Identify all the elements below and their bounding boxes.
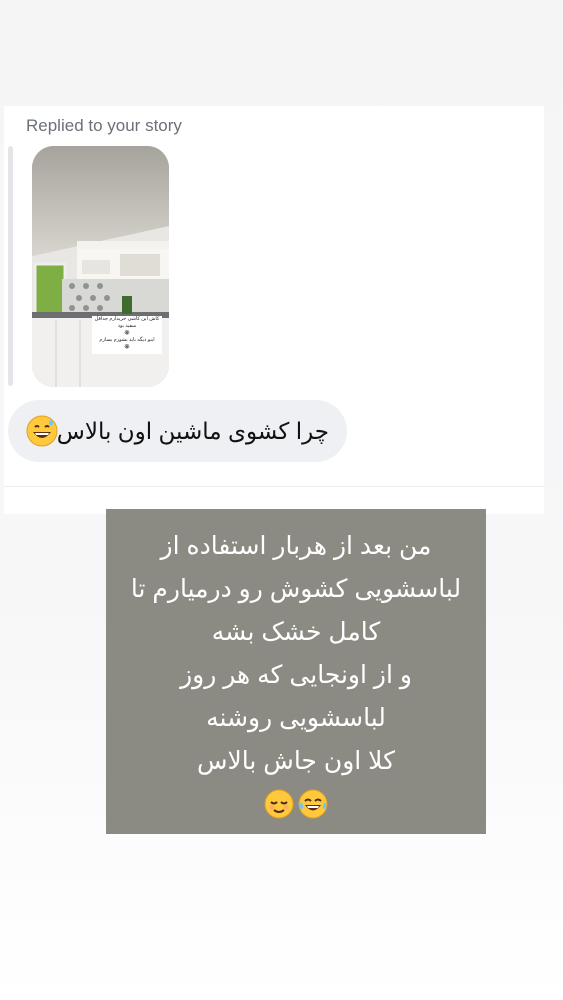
story-text-line: کامل خشک بشه [211, 618, 381, 646]
story-text-line: و از اونجایی که هر روز [180, 661, 412, 689]
caption-line: 😭 [124, 344, 130, 350]
relieved-face-emoji-icon [264, 789, 294, 824]
caption-line: اینو دیگه باید بشورم بسازم [99, 337, 155, 343]
story-thumbnail[interactable]: کاش این کاشی خریدارم جداقل سفید بود 😭 ای… [32, 146, 169, 387]
story-text-line: لباسشویی روشنه [206, 704, 386, 732]
message-text: چرا کشوی ماشین اون بالاس [56, 418, 329, 444]
story-text-line: من بعد از هربار استفاده از [160, 532, 432, 560]
story-text-line: لباسشویی کشوش رو درمیارم تا [130, 575, 462, 603]
grinning-sweat-emoji-icon [26, 415, 58, 452]
divider [4, 486, 544, 487]
reply-indicator-bar [8, 146, 13, 386]
story-emojis [106, 789, 486, 824]
message-bubble[interactable]: چرا کشوی ماشین اون بالاس [8, 400, 347, 462]
caption-line: 😭 [124, 330, 130, 336]
story-text-line: کلا اون جاش بالاس [197, 747, 395, 775]
story-reply-card[interactable]: من بعد از هربار استفاده از لباسشویی کشوش… [106, 509, 486, 834]
caption-line: سفید بود [117, 323, 137, 329]
tears-of-joy-emoji-icon [298, 789, 328, 824]
caption-line: کاش این کاشی خریدارم جداقل [94, 316, 160, 322]
replied-to-story-label: Replied to your story [26, 116, 182, 135]
story-caption: کاش این کاشی خریدارم جداقل سفید بود 😭 ای… [92, 316, 162, 354]
